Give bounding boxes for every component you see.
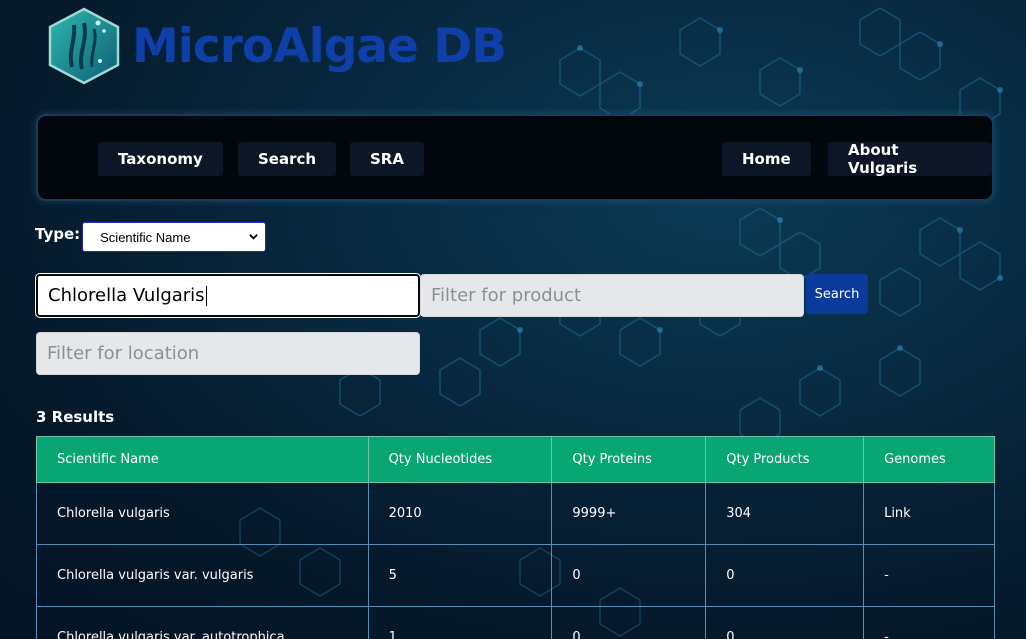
cell-qty-proteins[interactable]: 9999+ bbox=[551, 482, 707, 545]
location-filter-placeholder: Filter for location bbox=[47, 343, 200, 364]
cell-genomes-link[interactable]: Link bbox=[863, 482, 995, 545]
nav-about-vulgaris[interactable]: About Vulgaris bbox=[828, 141, 992, 177]
table-row: Chlorella vulgaris var. vulgaris 5 0 0 - bbox=[36, 544, 995, 607]
cell-qty-products[interactable]: 0 bbox=[705, 606, 865, 639]
scientific-name-input[interactable]: Chlorella Vulgaris bbox=[35, 273, 421, 318]
cell-qty-nucleotides[interactable]: 2010 bbox=[367, 482, 553, 545]
site-header: MicroAlgae DB bbox=[48, 6, 507, 86]
cell-qty-nucleotides[interactable]: 5 bbox=[367, 544, 553, 607]
cell-qty-products[interactable]: 304 bbox=[705, 482, 865, 545]
column-header-qty-nucleotides[interactable]: Qty Nucleotides bbox=[367, 436, 553, 483]
product-filter-input[interactable]: Filter for product bbox=[420, 274, 804, 317]
cell-qty-proteins[interactable]: 0 bbox=[551, 606, 707, 639]
type-label: Type: bbox=[35, 225, 81, 243]
type-filter-row: Type: Scientific Name bbox=[35, 222, 267, 252]
nav-sra[interactable]: SRA bbox=[350, 142, 424, 176]
nav-search[interactable]: Search bbox=[238, 142, 337, 176]
cell-qty-proteins[interactable]: 0 bbox=[551, 544, 707, 607]
search-button[interactable]: Search bbox=[806, 274, 868, 314]
nav-taxonomy[interactable]: Taxonomy bbox=[98, 142, 223, 176]
product-filter-placeholder: Filter for product bbox=[431, 285, 582, 306]
table-header-row: Scientific Name Qty Nucleotides Qty Prot… bbox=[36, 436, 995, 483]
location-filter-input[interactable]: Filter for location bbox=[36, 332, 420, 375]
algae-hexagon-logo-icon[interactable] bbox=[48, 7, 120, 85]
cell-scientific-name[interactable]: Chlorella vulgaris bbox=[36, 482, 369, 545]
cell-qty-products[interactable]: 0 bbox=[705, 544, 865, 607]
type-select[interactable]: Scientific Name bbox=[82, 222, 267, 252]
column-header-genomes[interactable]: Genomes bbox=[863, 436, 995, 483]
text-caret bbox=[205, 285, 207, 306]
column-header-qty-products[interactable]: Qty Products bbox=[705, 436, 865, 483]
column-header-scientific-name[interactable]: Scientific Name bbox=[36, 436, 369, 483]
column-header-qty-proteins[interactable]: Qty Proteins bbox=[551, 436, 707, 483]
cell-scientific-name[interactable]: Chlorella vulgaris var. vulgaris bbox=[36, 544, 369, 607]
table-row: Chlorella vulgaris 2010 9999+ 304 Link bbox=[36, 482, 995, 545]
chevron-down-icon bbox=[249, 234, 258, 240]
nav-home[interactable]: Home bbox=[722, 142, 811, 176]
cell-genomes: - bbox=[863, 606, 995, 639]
cell-scientific-name[interactable]: Chlorella vulgaris var. autotrophica bbox=[36, 606, 369, 639]
type-select-value: Scientific Name bbox=[100, 229, 191, 245]
table-row: Chlorella vulgaris var. autotrophica 1 0… bbox=[36, 606, 995, 639]
app-title: MicroAlgae DB bbox=[132, 18, 507, 74]
scientific-name-input-value: Chlorella Vulgaris bbox=[48, 285, 205, 306]
cell-genomes: - bbox=[863, 544, 995, 607]
results-count: 3 Results bbox=[36, 408, 115, 426]
main-nav: Taxonomy Search SRA Home About Vulgaris bbox=[36, 114, 994, 201]
cell-qty-nucleotides[interactable]: 1 bbox=[367, 606, 553, 639]
results-table: Scientific Name Qty Nucleotides Qty Prot… bbox=[36, 436, 995, 639]
